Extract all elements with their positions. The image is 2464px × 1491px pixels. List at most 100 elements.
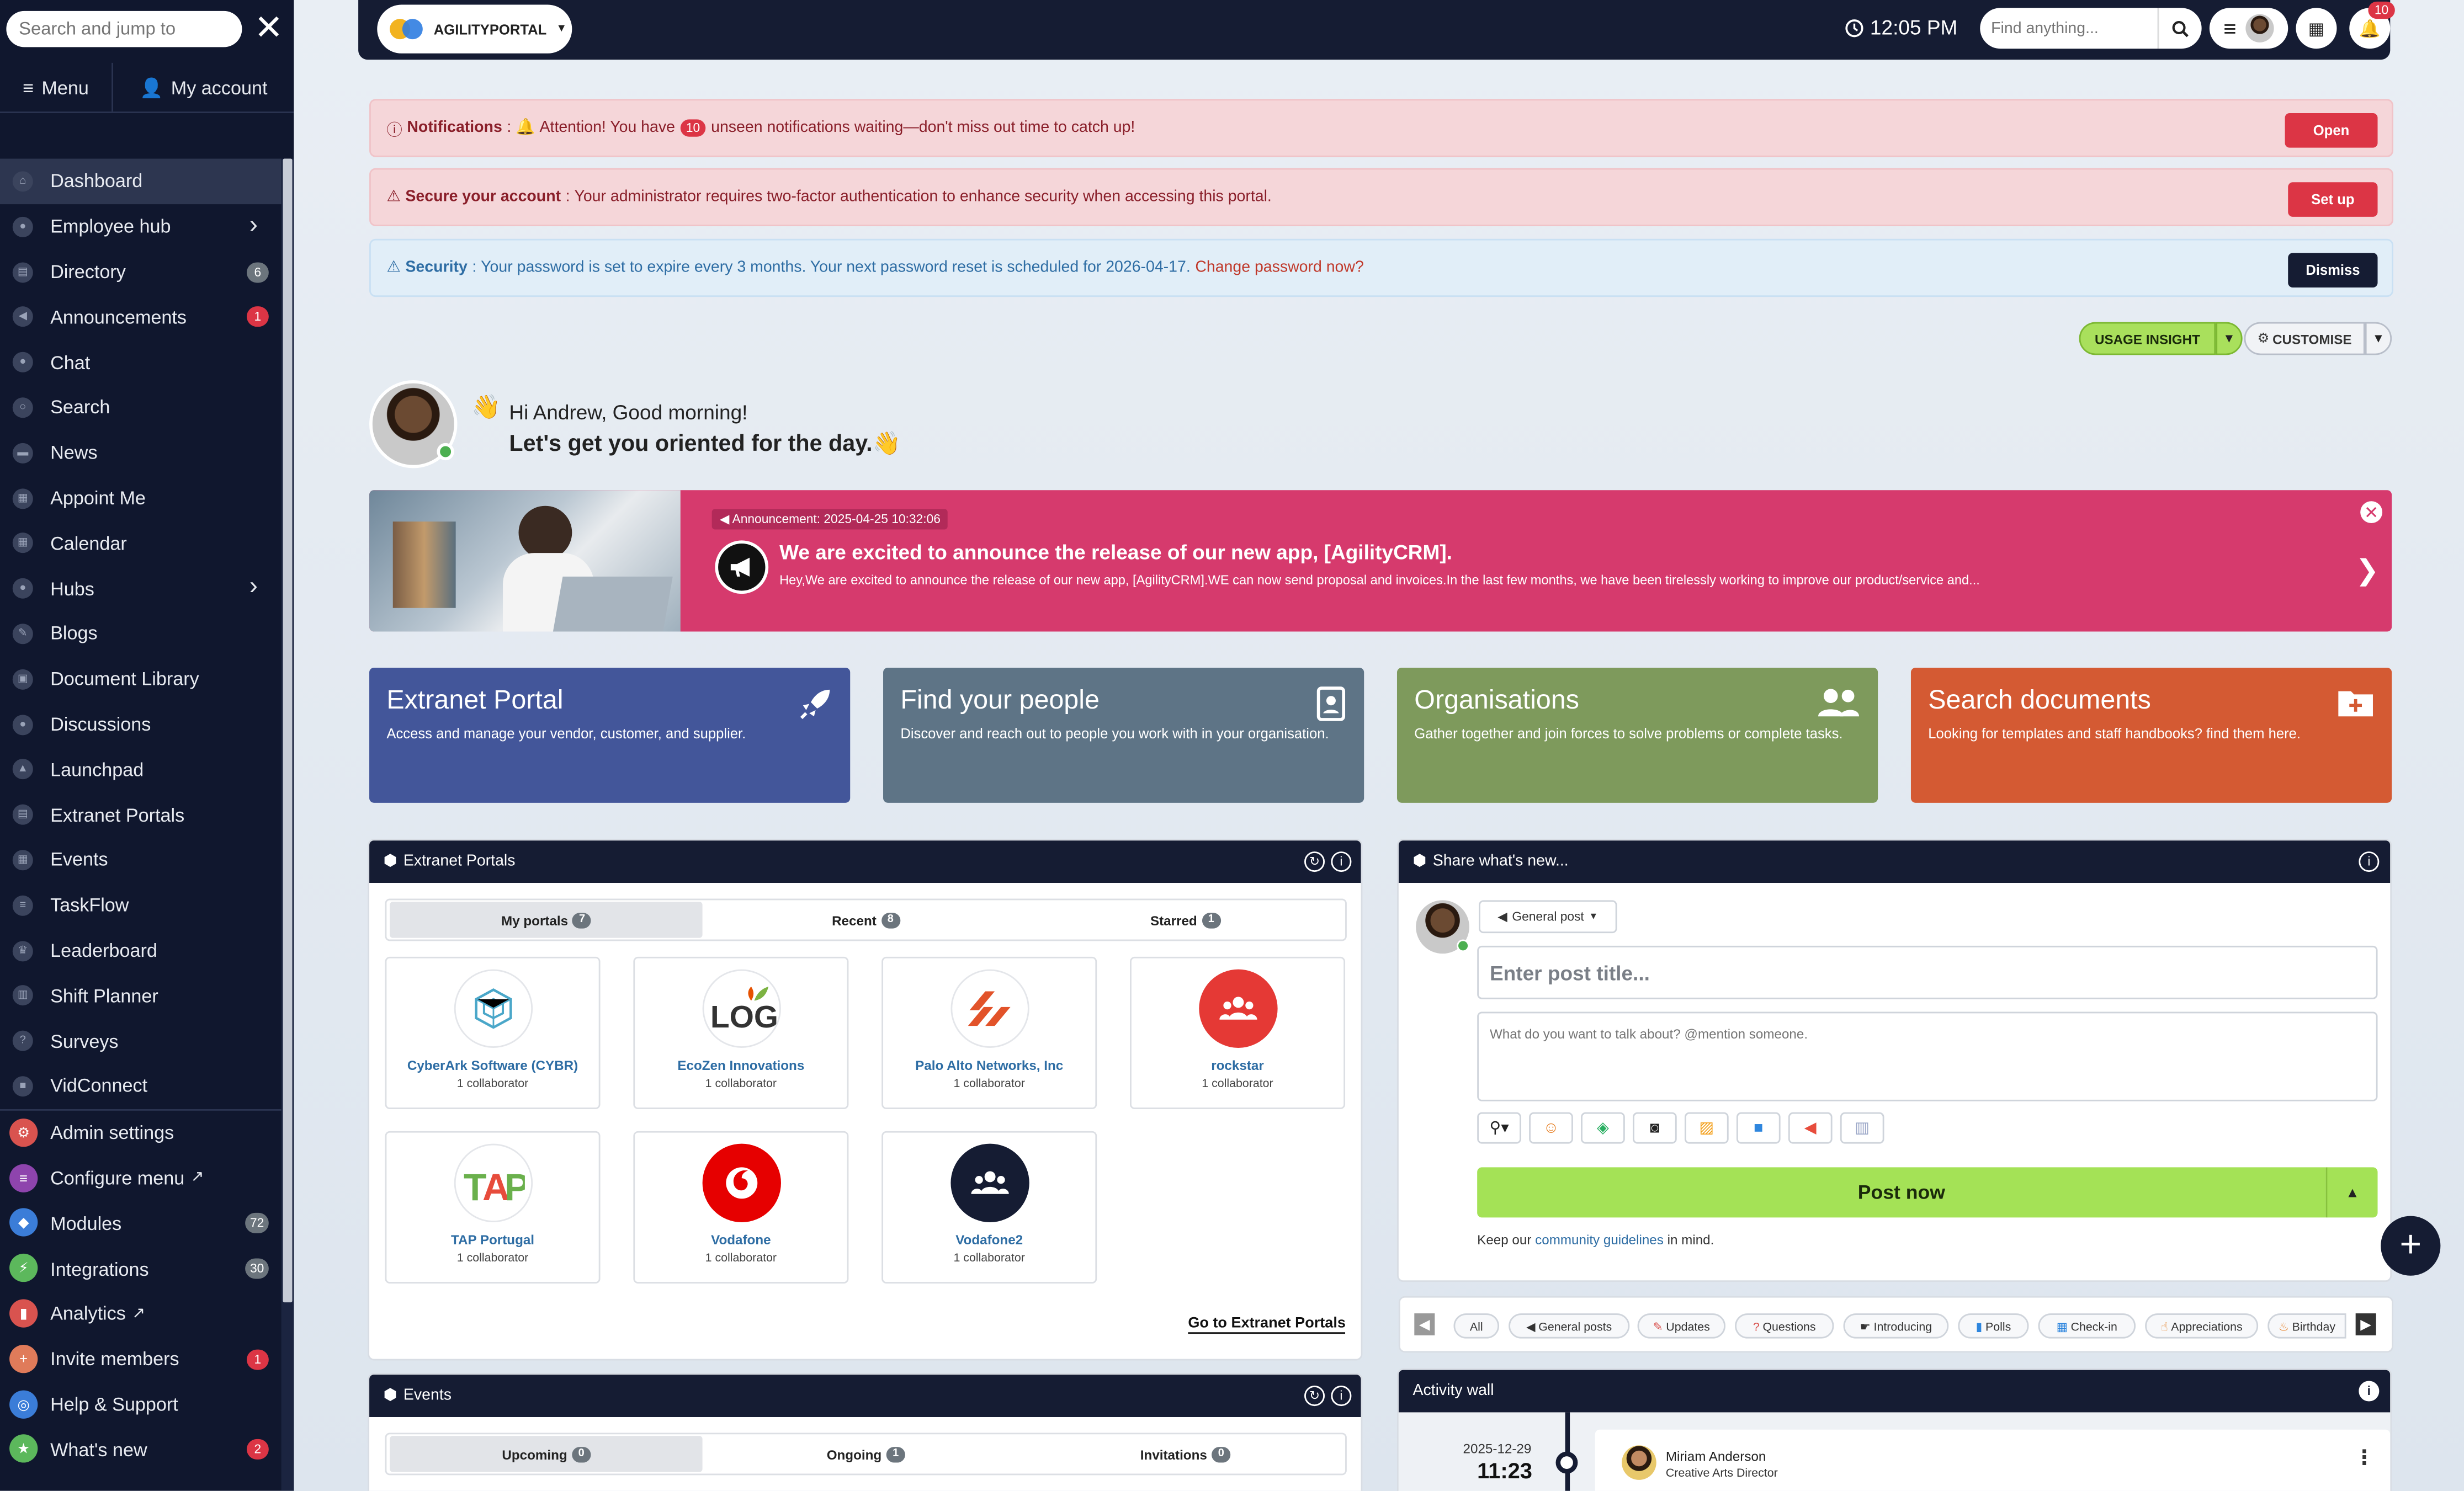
scrollbar-thumb[interactable] bbox=[283, 158, 293, 1303]
user-menu-button[interactable]: ≡ bbox=[2209, 8, 2288, 49]
info-icon[interactable]: i bbox=[2359, 851, 2380, 872]
sidebar-item-whats-new[interactable]: ★ What's new 2 bbox=[0, 1427, 282, 1472]
post-type-select[interactable]: ◀ General post ▼ bbox=[1479, 900, 1617, 934]
portal-card[interactable]: TAP TAP Portugal 1 collaborator bbox=[385, 1131, 601, 1284]
customise-button[interactable]: ⚙ CUSTOMISE bbox=[2244, 322, 2365, 355]
tile-extranet-portal[interactable]: Extranet Portal Access and manage your v… bbox=[369, 667, 851, 803]
tab-my-portals[interactable]: My portals 7 bbox=[390, 902, 703, 938]
sidebar-item-document-library[interactable]: ▣ Document Library bbox=[0, 656, 282, 701]
global-search-input[interactable] bbox=[1980, 8, 2158, 49]
post-body-textarea[interactable] bbox=[1477, 1011, 2378, 1101]
setup-2fa-button[interactable]: Set up bbox=[2288, 182, 2378, 217]
filter-chip[interactable]: ◀ General posts bbox=[1509, 1313, 1630, 1339]
sidebar-item-search[interactable]: ○ Search bbox=[0, 385, 282, 430]
filter-chip[interactable]: ☝ Appreciations bbox=[2145, 1313, 2259, 1339]
tile-organisations[interactable]: Organisations Gather together and join f… bbox=[1396, 667, 1878, 803]
jump-search-input[interactable] bbox=[6, 10, 242, 47]
portal-card[interactable]: CyberArk Software (CYBR) 1 collaborator bbox=[385, 956, 601, 1109]
sidebar-scrollbar[interactable] bbox=[281, 158, 294, 1491]
refresh-icon[interactable]: ↻ bbox=[1304, 1386, 1325, 1407]
chevron-right-icon[interactable]: ▶ bbox=[2355, 1313, 2376, 1335]
usage-insight-button[interactable]: USAGE INSIGHT bbox=[2079, 322, 2216, 355]
filter-chip[interactable]: ✎ Updates bbox=[1637, 1313, 1726, 1339]
map-icon[interactable]: ▥ bbox=[1840, 1112, 1884, 1144]
sidebar-item-admin-settings[interactable]: ⚙ Admin settings bbox=[0, 1110, 282, 1155]
info-icon[interactable]: i bbox=[1331, 1386, 1352, 1407]
filter-chip[interactable]: ▦ Check-in bbox=[2038, 1313, 2136, 1339]
quick-add-button[interactable]: + bbox=[2381, 1216, 2441, 1276]
open-notifications-button[interactable]: Open bbox=[2285, 113, 2378, 148]
announcement-banner[interactable]: ◀ Announcement: 2025-04-25 10:32:06 We a… bbox=[369, 490, 2392, 632]
sidebar-item-directory[interactable]: ▤ Directory 6 bbox=[0, 249, 282, 295]
sidebar-item-calendar[interactable]: ▦ Calendar bbox=[0, 520, 282, 566]
calendar-button[interactable]: ▦ bbox=[2296, 8, 2337, 49]
portal-card[interactable]: Palo Alto Networks, Inc 1 collaborator bbox=[881, 956, 1097, 1109]
portal-card[interactable]: rockstar 1 collaborator bbox=[1129, 956, 1346, 1109]
sidebar-item-launchpad[interactable]: ▲ Launchpad bbox=[0, 747, 282, 792]
sidebar-item-blogs[interactable]: ✎ Blogs bbox=[0, 611, 282, 656]
sidebar-item-analytics[interactable]: ▮ Analytics ↗ bbox=[0, 1291, 282, 1336]
camera-icon[interactable]: ◙ bbox=[1633, 1112, 1677, 1144]
brand-switcher[interactable]: AGILITYPORTAL ▼ bbox=[377, 4, 572, 54]
close-icon[interactable]: ✕ bbox=[2360, 501, 2383, 524]
sidebar-item-integrations[interactable]: ⚡ Integrations 30 bbox=[0, 1246, 282, 1291]
sidebar-item-vidconnect[interactable]: ■ VidConnect bbox=[0, 1063, 282, 1109]
search-button[interactable] bbox=[2157, 8, 2202, 49]
sidebar-item-chat[interactable]: ● Chat bbox=[0, 339, 282, 385]
close-icon[interactable]: ✕ bbox=[253, 10, 284, 45]
post-title-input[interactable] bbox=[1477, 945, 2378, 999]
customise-dropdown[interactable]: ▼ bbox=[2365, 322, 2392, 355]
tab-ongoing[interactable]: Ongoing 1 bbox=[709, 1436, 1022, 1472]
sidebar-item-configure-menu[interactable]: ≡ Configure menu ↗ bbox=[0, 1155, 282, 1201]
tab-recent[interactable]: Recent 8 bbox=[709, 902, 1022, 938]
filter-chip[interactable]: ▮ Polls bbox=[1958, 1313, 2029, 1339]
my-account-tab[interactable]: 👤 My account bbox=[113, 63, 294, 111]
change-password-link[interactable]: Change password now? bbox=[1195, 259, 1363, 276]
sidebar-item-discussions[interactable]: ● Discussions bbox=[0, 701, 282, 747]
sidebar-item-shift-planner[interactable]: ▥ Shift Planner bbox=[0, 973, 282, 1018]
sidebar-item-news[interactable]: ▬ News bbox=[0, 430, 282, 475]
dismiss-button[interactable]: Dismiss bbox=[2288, 253, 2378, 288]
portal-card[interactable]: Vodafone2 1 collaborator bbox=[881, 1131, 1097, 1284]
image-icon[interactable]: ▨ bbox=[1684, 1112, 1729, 1144]
refresh-icon[interactable]: ↻ bbox=[1304, 851, 1325, 872]
filter-chip[interactable]: ♨ Birthday bbox=[2267, 1313, 2346, 1339]
menu-tab[interactable]: ≡ Menu bbox=[0, 62, 113, 112]
sidebar-item-taskflow[interactable]: ≡ TaskFlow bbox=[0, 882, 282, 928]
sidebar-item-modules[interactable]: ◆ Modules 72 bbox=[0, 1201, 282, 1246]
tile-search-documents[interactable]: Search documents Looking for templates a… bbox=[1910, 667, 2392, 803]
sidebar-item-employee-hub[interactable]: ● Employee hub › bbox=[0, 204, 282, 249]
info-icon[interactable]: i bbox=[2359, 1381, 2380, 1402]
sidebar-item-extranet-portals[interactable]: ▤ Extranet Portals bbox=[0, 792, 282, 837]
post-options-dropdown[interactable]: ▲ bbox=[2325, 1167, 2378, 1218]
gif-icon[interactable]: ◈ bbox=[1581, 1112, 1625, 1144]
portal-card[interactable]: Vodafone 1 collaborator bbox=[633, 1131, 849, 1284]
audio-icon[interactable]: ◀ bbox=[1788, 1112, 1833, 1144]
usage-insight-dropdown[interactable]: ▼ bbox=[2216, 322, 2243, 355]
sidebar-item-invite-members[interactable]: + Invite members 1 bbox=[0, 1336, 282, 1382]
activity-card[interactable]: Miriam Anderson Creative Arts Director ⋮ bbox=[1595, 1429, 2391, 1491]
filter-chip[interactable]: ? Questions bbox=[1735, 1313, 1834, 1339]
go-to-extranet-link[interactable]: Go to Extranet Portals bbox=[1188, 1315, 1346, 1334]
sidebar-item-leaderboard[interactable]: ♛ Leaderboard bbox=[0, 928, 282, 973]
sidebar-item-surveys[interactable]: ? Surveys bbox=[0, 1018, 282, 1063]
tab-starred[interactable]: Starred 1 bbox=[1029, 902, 1342, 938]
sidebar-item-announcements[interactable]: ◀ Announcements 1 bbox=[0, 295, 282, 340]
chevron-left-icon[interactable]: ◀ bbox=[1414, 1313, 1435, 1335]
sidebar-item-hubs[interactable]: ● Hubs › bbox=[0, 566, 282, 611]
info-icon[interactable]: i bbox=[1331, 851, 1352, 872]
post-now-button[interactable]: Post now bbox=[1477, 1167, 2326, 1218]
community-guidelines-link[interactable]: community guidelines bbox=[1535, 1232, 1664, 1247]
sidebar-item-events[interactable]: ▦ Events bbox=[0, 837, 282, 882]
chevron-right-icon[interactable]: ❯ bbox=[2355, 555, 2379, 588]
more-options-icon[interactable]: ⋮ bbox=[2354, 1445, 2375, 1471]
tile-find-your-people[interactable]: Find your people Discover and reach out … bbox=[883, 667, 1364, 803]
filter-chip[interactable]: All bbox=[1453, 1313, 1500, 1339]
tab-upcoming[interactable]: Upcoming 0 bbox=[390, 1436, 703, 1472]
attachment-icon[interactable]: ⚲▾ bbox=[1477, 1112, 1521, 1144]
sidebar-item-appoint-me[interactable]: ▦ Appoint Me bbox=[0, 475, 282, 520]
portal-card[interactable]: LOG EcoZen Innovations 1 collaborator bbox=[633, 956, 849, 1109]
filter-chip[interactable]: ☛ Introducing bbox=[1843, 1313, 1949, 1339]
sidebar-item-help-support[interactable]: ◎ Help & Support bbox=[0, 1382, 282, 1427]
sidebar-item-dashboard[interactable]: ⌂ Dashboard bbox=[0, 158, 282, 204]
